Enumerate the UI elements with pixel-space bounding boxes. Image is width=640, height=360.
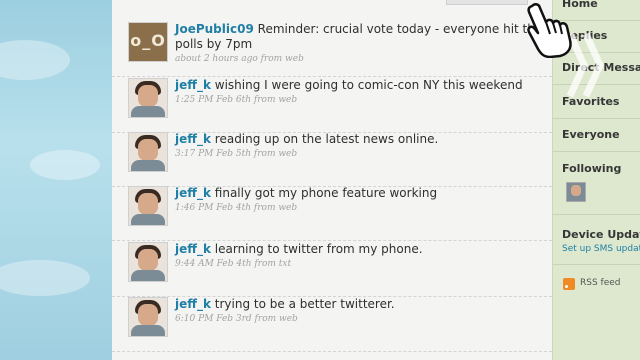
tweet: jeff_k reading up on the latest news onl… xyxy=(112,132,552,187)
tweet-meta[interactable]: 3:17 PM Feb 5th from web xyxy=(175,148,545,160)
tweet: o_O JoePublic09 Reminder: crucial vote t… xyxy=(112,22,552,77)
tweet: jeff_k wishing I were going to comic-con… xyxy=(112,78,552,133)
tweet-meta[interactable]: about 2 hours ago from web xyxy=(175,53,545,65)
device-updates-label: Device Updates xyxy=(562,228,640,241)
rss-label: RSS feed xyxy=(580,278,621,288)
tweet-meta[interactable]: 9:44 AM Feb 4th from txt xyxy=(175,258,545,270)
tweet-username[interactable]: jeff_k xyxy=(175,186,211,200)
top-button-edge xyxy=(446,0,528,5)
tweet-text: wishing I were going to comic-con NY thi… xyxy=(214,78,523,92)
avatar-text: o_O xyxy=(130,31,166,50)
tweet: jeff_k trying to be a better twitterer. … xyxy=(112,297,552,352)
avatar[interactable] xyxy=(128,78,168,118)
tweet-text: trying to be a better twitterer. xyxy=(214,297,395,311)
tweet-username[interactable]: jeff_k xyxy=(175,78,211,92)
avatar[interactable] xyxy=(128,132,168,172)
sms-setup-link[interactable]: Set up SMS updates xyxy=(562,244,640,254)
sidebar-item-everyone[interactable]: Everyone xyxy=(553,119,640,152)
rss-icon xyxy=(563,278,575,290)
tweet-username[interactable]: jeff_k xyxy=(175,242,211,256)
tweet-text: learning to twitter from my phone. xyxy=(214,242,423,256)
tweet: jeff_k finally got my phone feature work… xyxy=(112,186,552,241)
device-updates-section: Device Updates Set up SMS updates xyxy=(553,214,640,265)
avatar[interactable] xyxy=(128,242,168,282)
avatar[interactable] xyxy=(128,186,168,226)
tweet-text: reading up on the latest news online. xyxy=(214,132,439,146)
timeline: o_O JoePublic09 Reminder: crucial vote t… xyxy=(112,0,552,360)
tweet-meta[interactable]: 1:46 PM Feb 4th from web xyxy=(175,202,545,214)
following-label: Following xyxy=(562,162,622,175)
rss-link[interactable]: RSS feed xyxy=(563,278,640,292)
following-section: Following xyxy=(553,152,640,215)
tweet-text: finally got my phone feature working xyxy=(214,186,438,200)
avatar[interactable]: o_O xyxy=(128,22,168,62)
hand-pointer-icon xyxy=(522,2,574,59)
tweet-meta[interactable]: 6:10 PM Feb 3rd from web xyxy=(175,313,545,325)
tweet-username[interactable]: JoePublic09 xyxy=(175,22,254,36)
tweet-username[interactable]: jeff_k xyxy=(175,132,211,146)
tweet: jeff_k learning to twitter from my phone… xyxy=(112,242,552,297)
following-avatar[interactable] xyxy=(566,182,586,202)
avatar[interactable] xyxy=(128,297,168,337)
sidebar-item-label: Everyone xyxy=(562,128,620,141)
tweet-meta[interactable]: 1:25 PM Feb 6th from web xyxy=(175,94,545,106)
tweet-username[interactable]: jeff_k xyxy=(175,297,211,311)
background-sky xyxy=(0,0,112,360)
